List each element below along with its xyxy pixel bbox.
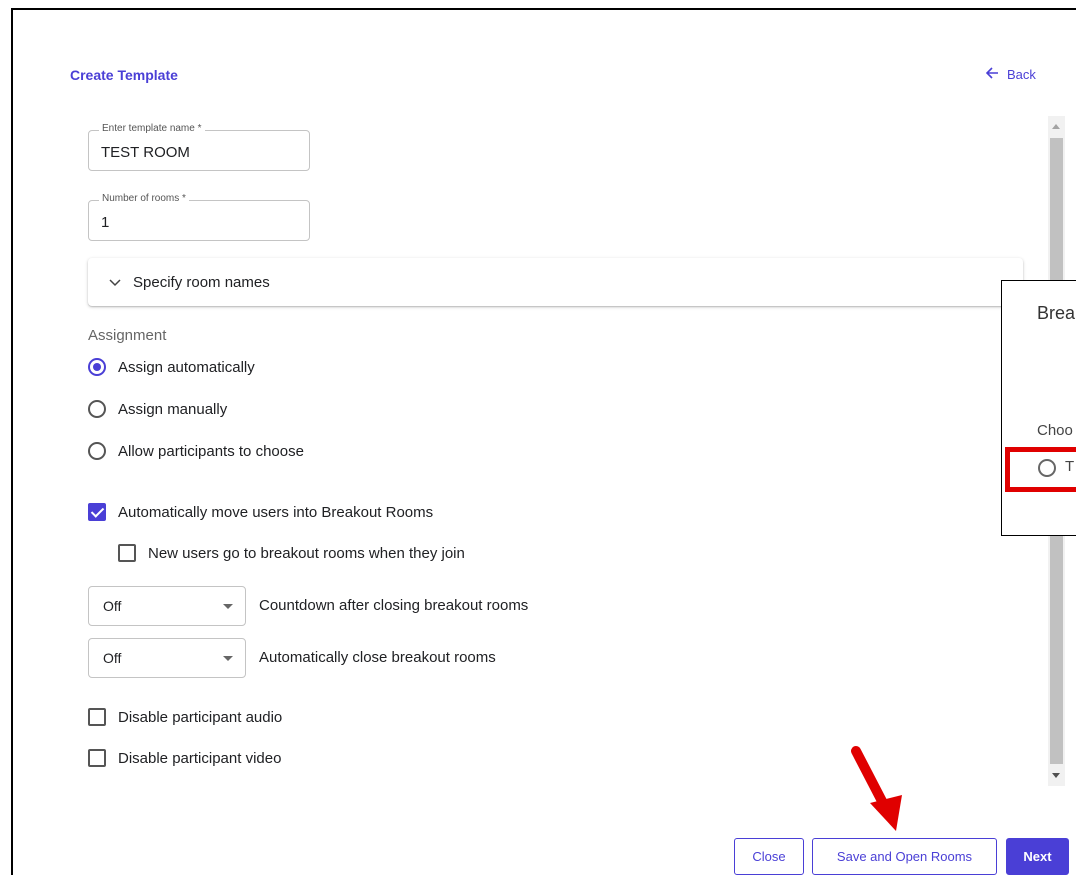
back-label: Back	[1007, 67, 1036, 82]
scroll-up-arrow-icon[interactable]	[1052, 124, 1060, 129]
room-names-accordion[interactable]: Specify room names	[88, 258, 1023, 306]
page-title: Create Template	[70, 67, 178, 83]
popup-choose-label: Choo	[1037, 422, 1073, 439]
new-users-checkbox-row[interactable]: New users go to breakout rooms when they…	[118, 544, 465, 562]
select-value: Off	[103, 650, 122, 666]
auto-move-checkbox-row[interactable]: Automatically move users into Breakout R…	[88, 503, 433, 521]
assign-manually-option[interactable]: Assign manually	[88, 400, 227, 418]
radio-icon[interactable]	[88, 400, 106, 418]
option-label: Allow participants to choose	[118, 442, 304, 460]
checkbox-icon[interactable]	[118, 544, 136, 562]
checkbox-label: Automatically move users into Breakout R…	[118, 503, 434, 521]
checkbox-label: Disable participant audio	[118, 708, 283, 726]
room-count-field[interactable]: Number of rooms *	[88, 193, 310, 241]
room-count-input[interactable]	[101, 214, 301, 231]
checkbox-label: New users go to breakout rooms when they…	[148, 544, 465, 562]
checkbox-checked-icon[interactable]	[88, 503, 106, 521]
auto-close-select[interactable]: Off	[88, 638, 246, 678]
dropdown-caret-icon	[223, 656, 233, 661]
arrow-left-icon	[985, 67, 999, 82]
disable-audio-checkbox-row[interactable]: Disable participant audio	[88, 708, 282, 726]
auto-close-label: Automatically close breakout rooms	[259, 649, 496, 666]
radio-icon[interactable]	[88, 442, 106, 460]
radio-selected-icon[interactable]	[88, 358, 106, 376]
template-name-field[interactable]: Enter template name *	[88, 123, 310, 171]
select-value: Off	[103, 598, 122, 614]
red-annotation-arrow-icon	[850, 745, 910, 840]
popup-option-label: T	[1065, 458, 1075, 475]
allow-choose-option[interactable]: Allow participants to choose	[88, 442, 304, 460]
next-button[interactable]: Next	[1006, 838, 1069, 875]
option-label: Assign manually	[118, 400, 228, 418]
checkbox-label: Disable participant video	[118, 749, 282, 767]
save-and-open-rooms-button[interactable]: Save and Open Rooms	[812, 838, 997, 875]
assignment-heading: Assignment	[88, 327, 167, 344]
checkbox-icon[interactable]	[88, 708, 106, 726]
dropdown-caret-icon	[223, 604, 233, 609]
popup-radio-icon[interactable]	[1038, 459, 1056, 477]
disable-video-checkbox-row[interactable]: Disable participant video	[88, 749, 281, 767]
template-name-input[interactable]	[101, 144, 301, 161]
popup-title: Brea	[1037, 303, 1076, 323]
room-names-label: Specify room names	[133, 273, 270, 291]
option-label: Assign automatically	[118, 358, 255, 376]
scroll-down-arrow-icon[interactable]	[1052, 773, 1060, 778]
assign-automatically-option[interactable]: Assign automatically	[88, 358, 255, 376]
countdown-select[interactable]: Off	[88, 586, 246, 626]
checkbox-icon[interactable]	[88, 749, 106, 767]
back-link[interactable]: Back	[985, 67, 1036, 82]
template-name-label: Enter template name *	[99, 123, 205, 134]
chevron-down-icon	[109, 274, 121, 291]
countdown-label: Countdown after closing breakout rooms	[259, 597, 529, 614]
breakout-popup-panel: Brea Choo T	[1001, 280, 1076, 536]
room-count-label: Number of rooms *	[99, 193, 189, 204]
close-button[interactable]: Close	[734, 838, 804, 875]
